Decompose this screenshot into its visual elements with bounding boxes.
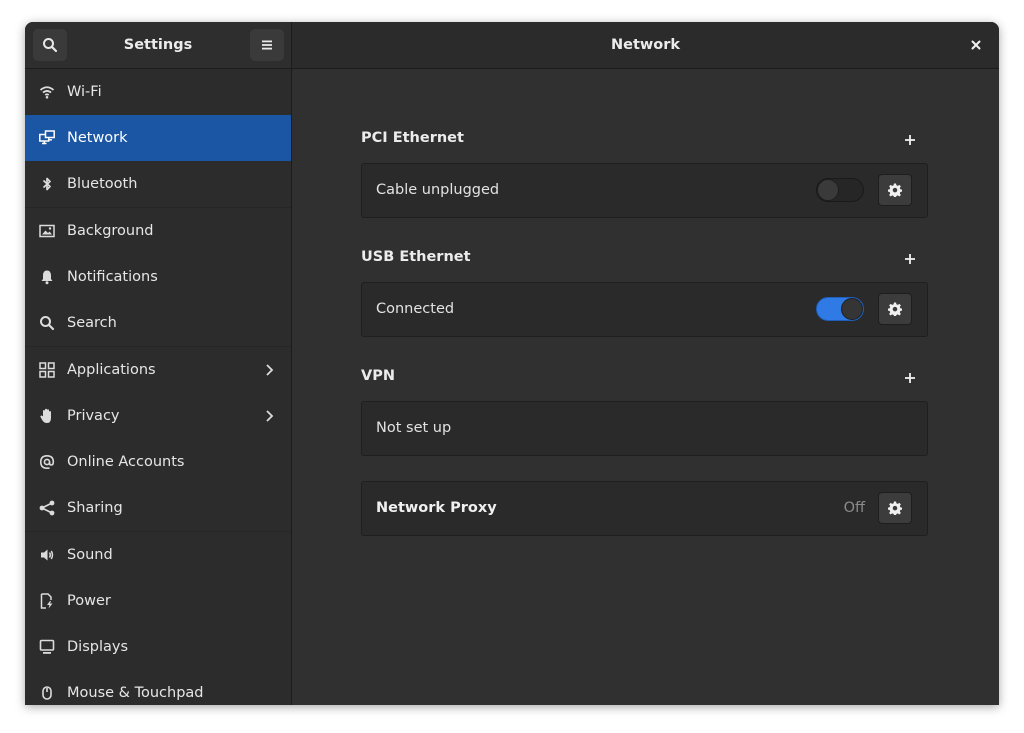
toggle-knob	[841, 298, 863, 320]
sidebar-item-label: Applications	[67, 362, 156, 378]
search-button[interactable]	[33, 29, 67, 61]
usb-ethernet-row: Connected	[361, 282, 928, 337]
sidebar-item-label: Mouse & Touchpad	[67, 685, 204, 701]
close-icon	[971, 40, 981, 50]
usb-ethernet-toggle[interactable]	[816, 297, 864, 321]
sidebar-item-label: Sound	[67, 547, 113, 563]
sidebar-item-search[interactable]: Search	[25, 300, 291, 346]
gear-icon	[888, 501, 902, 515]
sidebar-item-bluetooth[interactable]: Bluetooth	[25, 161, 291, 207]
sidebar-item-mouse-touchpad[interactable]: Mouse & Touchpad	[25, 670, 291, 705]
sidebar-item-label: Search	[67, 315, 117, 331]
vpn-row: Not set up	[361, 401, 928, 456]
sidebar-item-power[interactable]: Power	[25, 578, 291, 624]
sidebar-item-network[interactable]: Network	[25, 115, 291, 161]
network-panel: PCI Ethernet Cable unplugged USB Etherne…	[292, 69, 999, 705]
sidebar-item-label: Network	[67, 130, 128, 146]
settings-window: Settings Network Wi-Fi Network Bluetooth…	[25, 22, 999, 705]
sidebar-item-privacy[interactable]: Privacy	[25, 393, 291, 439]
network-proxy-status: Off	[843, 500, 865, 516]
mouse-icon	[39, 685, 55, 701]
sidebar-item-label: Wi-Fi	[67, 84, 102, 100]
usb-ethernet-title: USB Ethernet	[361, 249, 471, 265]
gear-icon	[888, 302, 902, 316]
sidebar-item-background[interactable]: Background	[25, 207, 291, 254]
network-proxy-row[interactable]: Network Proxy Off	[361, 481, 928, 536]
plus-icon	[905, 254, 915, 264]
sidebar-item-label: Bluetooth	[67, 176, 138, 192]
hamburger-icon	[262, 40, 272, 50]
wifi-icon	[39, 84, 55, 100]
sidebar-item-applications[interactable]: Applications	[25, 346, 291, 393]
add-usb-connection-button[interactable]	[898, 247, 922, 271]
sidebar-item-label: Notifications	[67, 269, 158, 285]
sidebar-header: Settings	[25, 22, 292, 68]
gear-icon	[888, 183, 902, 197]
sidebar: Wi-Fi Network Bluetooth Background Notif…	[25, 69, 292, 705]
search-icon	[43, 38, 58, 53]
add-pci-connection-button[interactable]	[898, 128, 922, 152]
chevron-right-icon	[266, 410, 274, 422]
close-button[interactable]	[965, 34, 987, 56]
share-icon	[39, 500, 55, 516]
plus-icon	[905, 135, 915, 145]
grid-icon	[39, 362, 55, 378]
pci-ethernet-title: PCI Ethernet	[361, 130, 464, 146]
add-vpn-button[interactable]	[898, 366, 922, 390]
sidebar-item-label: Background	[67, 223, 154, 239]
sidebar-item-label: Sharing	[67, 500, 123, 516]
header-bar: Settings Network	[25, 22, 999, 69]
at-icon	[39, 454, 55, 470]
sidebar-item-notifications[interactable]: Notifications	[25, 254, 291, 300]
sidebar-item-online-accounts[interactable]: Online Accounts	[25, 439, 291, 485]
pci-ethernet-row: Cable unplugged	[361, 163, 928, 218]
display-icon	[39, 639, 55, 655]
speaker-icon	[39, 547, 55, 563]
vpn-status: Not set up	[376, 420, 452, 436]
power-icon	[39, 593, 55, 609]
chevron-right-icon	[266, 364, 274, 376]
plus-icon	[905, 373, 915, 383]
pci-ethernet-settings-button[interactable]	[878, 174, 912, 206]
sidebar-item-label: Online Accounts	[67, 454, 185, 470]
sidebar-item-wifi[interactable]: Wi-Fi	[25, 69, 291, 115]
background-icon	[39, 223, 55, 239]
pci-ethernet-toggle[interactable]	[816, 178, 864, 202]
vpn-title: VPN	[361, 368, 395, 384]
search-icon	[39, 315, 55, 331]
pci-ethernet-status: Cable unplugged	[376, 182, 500, 198]
network-proxy-label: Network Proxy	[376, 500, 497, 516]
sidebar-item-sound[interactable]: Sound	[25, 531, 291, 578]
usb-ethernet-status: Connected	[376, 301, 455, 317]
sidebar-item-label: Power	[67, 593, 111, 609]
hand-icon	[39, 408, 55, 424]
menu-button[interactable]	[250, 29, 284, 61]
page-title: Network	[610, 37, 681, 53]
sidebar-item-label: Displays	[67, 639, 129, 655]
network-icon	[39, 130, 55, 146]
bell-icon	[39, 269, 55, 285]
usb-ethernet-settings-button[interactable]	[878, 293, 912, 325]
toggle-knob	[817, 179, 839, 201]
network-proxy-settings-button[interactable]	[878, 492, 912, 524]
sidebar-item-sharing[interactable]: Sharing	[25, 485, 291, 531]
sidebar-item-label: Privacy	[67, 408, 120, 424]
bluetooth-icon	[39, 176, 55, 192]
sidebar-item-displays[interactable]: Displays	[25, 624, 291, 670]
